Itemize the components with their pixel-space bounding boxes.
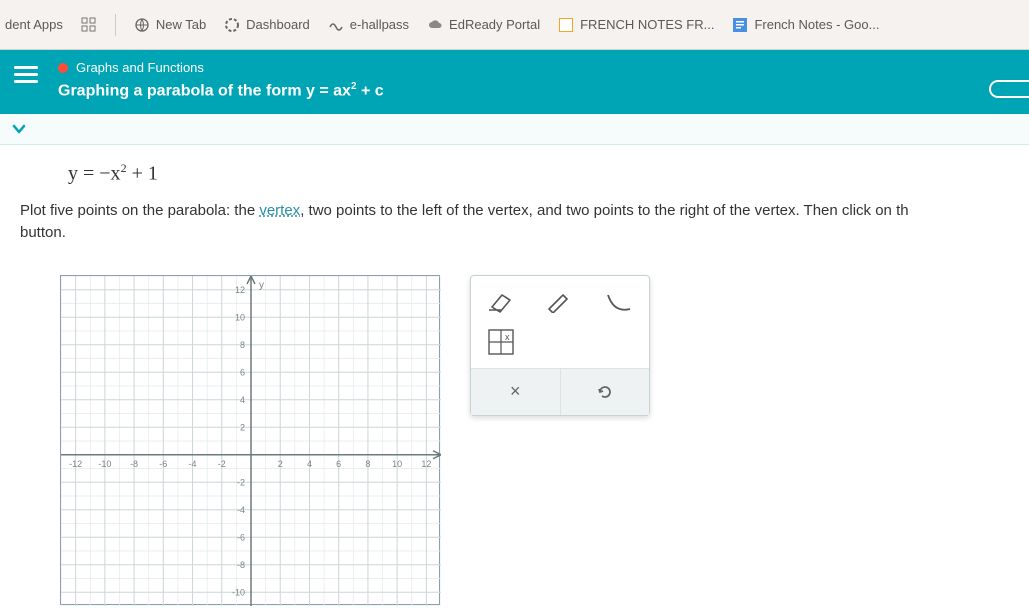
curve-tool[interactable] [604, 288, 635, 316]
svg-text:-4: -4 [237, 505, 245, 515]
svg-text:-2: -2 [237, 477, 245, 487]
svg-text:12: 12 [235, 285, 245, 295]
svg-text:-2: -2 [218, 459, 226, 469]
undo-button[interactable] [561, 369, 650, 415]
svg-text:-10: -10 [98, 459, 111, 469]
bookmark-bar: dent Apps New Tab Dashboard e-hallpass E… [0, 0, 1029, 50]
page-header: Graphs and Functions Graphing a parabola… [0, 50, 1029, 114]
bookmark-french1[interactable]: FRENCH NOTES FR... [558, 17, 714, 33]
svg-text:x: x [505, 332, 510, 342]
svg-text:-4: -4 [189, 459, 197, 469]
svg-text:4: 4 [240, 395, 245, 405]
content-area: y = −x2 + 1 Plot five points on the para… [0, 145, 1029, 615]
apps-grid-icon [81, 17, 97, 33]
svg-text:-6: -6 [159, 459, 167, 469]
bookmark-label: FRENCH NOTES FR... [580, 17, 714, 32]
collapse-chevron[interactable] [8, 118, 30, 140]
svg-text:y: y [259, 280, 264, 291]
clear-button[interactable]: × [471, 369, 561, 415]
vertex-link[interactable]: vertex [259, 202, 300, 219]
grid-zoom-tool[interactable]: x [485, 328, 517, 356]
eraser-tool[interactable] [485, 288, 516, 316]
doc-orange-icon [558, 17, 574, 33]
graph-canvas[interactable]: -12 -10 -8 -6 -4 -2 2 4 6 8 10 12 12 10 8 6 4 2 -2 -4 -6 -8 -1… [60, 275, 440, 605]
bookmark-label: e-hallpass [350, 17, 409, 32]
bookmark-apps-grid[interactable] [81, 17, 97, 33]
breadcrumb-text: Graphs and Functions [76, 60, 204, 75]
cloud-icon [427, 17, 443, 33]
header-pill[interactable] [989, 80, 1029, 98]
apps-label: dent Apps [5, 17, 63, 32]
wave-icon [328, 17, 344, 33]
undo-icon [595, 382, 615, 402]
collapse-row [0, 114, 1029, 145]
svg-text:-6: -6 [237, 532, 245, 542]
svg-text:2: 2 [240, 422, 245, 432]
svg-text:-8: -8 [130, 459, 138, 469]
ring-icon [224, 17, 240, 33]
svg-text:-10: -10 [232, 587, 245, 597]
bookmark-dashboard[interactable]: Dashboard [224, 17, 310, 33]
bookmark-label: EdReady Portal [449, 17, 540, 32]
breadcrumb[interactable]: Graphs and Functions [58, 60, 1015, 75]
pencil-tool[interactable] [544, 288, 575, 316]
svg-text:12: 12 [421, 459, 431, 469]
bookmark-ehallpass[interactable]: e-hallpass [328, 17, 409, 33]
toolbox: x × [470, 275, 650, 416]
svg-text:-8: -8 [237, 560, 245, 570]
page-title: Graphing a parabola of the form y = ax2 … [58, 81, 1015, 100]
svg-text:6: 6 [240, 367, 245, 377]
bookmark-edready[interactable]: EdReady Portal [427, 17, 540, 33]
svg-text:6: 6 [336, 459, 341, 469]
instructions: Plot five points on the parabola: the ve… [20, 200, 1009, 245]
bookmark-label: New Tab [156, 17, 206, 32]
globe-icon [134, 17, 150, 33]
svg-text:-12: -12 [69, 459, 82, 469]
svg-text:4: 4 [307, 459, 312, 469]
svg-text:2: 2 [278, 459, 283, 469]
equation: y = −x2 + 1 [68, 161, 1009, 186]
svg-text:8: 8 [240, 340, 245, 350]
doc-blue-icon [732, 17, 748, 33]
record-dot-icon [58, 63, 68, 73]
bookmark-label: French Notes - Goo... [754, 17, 879, 32]
bookmark-french2[interactable]: French Notes - Goo... [732, 17, 879, 33]
close-icon: × [510, 381, 521, 402]
svg-text:8: 8 [365, 459, 370, 469]
svg-text:10: 10 [392, 459, 402, 469]
menu-button[interactable] [14, 66, 38, 83]
bookmark-separator [115, 14, 116, 36]
svg-text:10: 10 [235, 312, 245, 322]
bookmark-label: Dashboard [246, 17, 310, 32]
bookmark-newtab[interactable]: New Tab [134, 17, 206, 33]
bookmark-apps[interactable]: dent Apps [5, 17, 63, 32]
